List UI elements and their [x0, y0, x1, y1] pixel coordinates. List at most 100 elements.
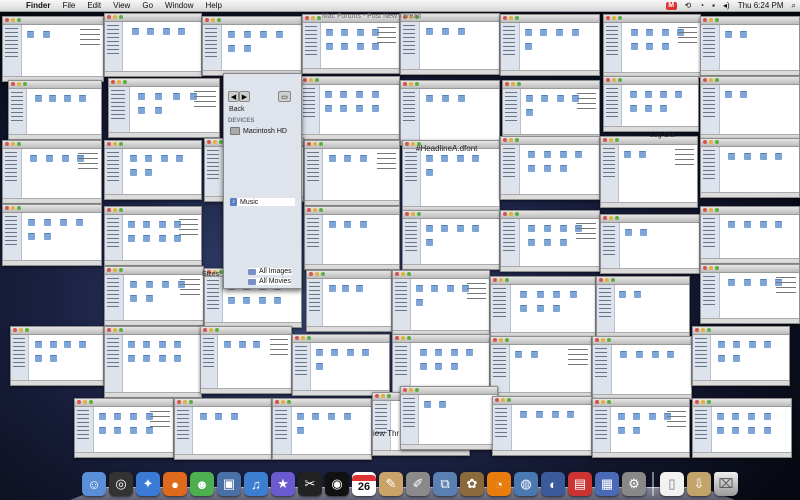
spotlight-icon[interactable]: ⌕	[788, 1, 800, 11]
log-out-label[interactable]: Log Out	[650, 132, 675, 139]
finder-window-thumbnail[interactable]	[592, 398, 690, 458]
menu-window[interactable]: Window	[159, 1, 199, 10]
finder-window-thumbnail[interactable]	[104, 326, 202, 398]
finder-window-thumbnail[interactable]	[700, 16, 800, 76]
iphoto-icon[interactable]: ▣	[217, 472, 241, 496]
gimp-icon[interactable]: ✿	[460, 472, 484, 496]
forward-arrow-icon[interactable]: ▶	[239, 91, 250, 102]
finder-window-thumbnail[interactable]	[500, 210, 600, 272]
finder-window-thumbnail[interactable]	[700, 206, 800, 264]
window-sidebar	[393, 343, 412, 392]
finder-sidebar-window[interactable]: ◀ ▶ ▭ Back DEVICES Macintosh HD ♪ Music …	[223, 73, 302, 289]
ical-icon[interactable]: 26	[352, 472, 376, 496]
finder-window-thumbnail[interactable]	[306, 270, 392, 332]
finder-window-thumbnail[interactable]	[692, 398, 792, 458]
menu-help[interactable]: Help	[199, 1, 227, 10]
finder-window-thumbnail[interactable]	[592, 336, 692, 400]
finder-window-thumbnail[interactable]	[603, 14, 701, 78]
system-preferences-icon[interactable]: ⚙	[622, 472, 646, 496]
finder-window-thumbnail[interactable]	[400, 13, 500, 75]
downloads-icon[interactable]: ⇩	[687, 472, 711, 496]
back-arrow-icon[interactable]: ◀	[228, 91, 239, 102]
photo-booth-icon[interactable]: ▤	[568, 472, 592, 496]
dashboard-icon[interactable]: ◎	[109, 472, 133, 496]
clock[interactable]: Thu 6:24 PM	[734, 1, 788, 10]
text-lines	[78, 153, 98, 154]
preview-icon[interactable]: ⧉	[433, 472, 457, 496]
finder-window-thumbnail[interactable]	[500, 136, 600, 200]
finder-icon[interactable]: ☺	[82, 472, 106, 496]
dvd-player-icon[interactable]: ◉	[325, 472, 349, 496]
finder-window-thumbnail[interactable]	[200, 326, 292, 394]
finder-window-thumbnail[interactable]	[492, 396, 592, 456]
window-statusbar	[701, 318, 799, 323]
wifi-icon[interactable]: ◔	[695, 1, 708, 10]
window-statusbar	[105, 392, 201, 397]
finder-window-thumbnail[interactable]	[392, 270, 490, 336]
flag-icon[interactable]: ▪	[708, 1, 719, 10]
finder-window-thumbnail[interactable]	[104, 140, 202, 200]
document-icon[interactable]: ▯	[660, 472, 684, 496]
script-editor-icon[interactable]: ✐	[406, 472, 430, 496]
finder-window-thumbnail[interactable]	[490, 276, 596, 338]
finder-window-thumbnail[interactable]	[10, 326, 104, 386]
finder-window-thumbnail[interactable]	[292, 334, 390, 396]
finder-window-thumbnail[interactable]	[174, 398, 272, 460]
finder-window-thumbnail[interactable]	[692, 326, 790, 386]
finder-window-thumbnail[interactable]	[402, 210, 500, 270]
ichat-icon[interactable]: ☻	[190, 472, 214, 496]
finder-window-thumbnail[interactable]	[302, 14, 400, 74]
menu-go[interactable]: Go	[136, 1, 159, 10]
finder-window-thumbnail[interactable]	[2, 204, 102, 266]
sidebar-item-music[interactable]: ♪ Music	[230, 198, 295, 206]
finder-window-thumbnail[interactable]	[700, 138, 800, 198]
finder-window-thumbnail[interactable]	[272, 398, 372, 460]
blender-icon[interactable]: ◔	[487, 472, 511, 496]
finder-window-thumbnail[interactable]	[8, 80, 102, 140]
finder-window-thumbnail[interactable]	[104, 266, 204, 326]
finder-window-thumbnail[interactable]	[74, 398, 174, 458]
finder-window-thumbnail[interactable]	[700, 76, 800, 140]
finder-window-thumbnail[interactable]	[202, 16, 302, 76]
finder-window-thumbnail[interactable]	[104, 206, 202, 266]
finder-window-thumbnail[interactable]	[304, 140, 400, 206]
finder-window-thumbnail[interactable]	[304, 206, 400, 270]
coda-icon[interactable]: ◐	[541, 472, 565, 496]
finder-window-thumbnail[interactable]	[600, 214, 700, 274]
menu-view[interactable]: View	[107, 1, 136, 10]
finder-window-thumbnail[interactable]	[600, 136, 698, 208]
menu-file[interactable]: File	[56, 1, 81, 10]
finder-window-thumbnail[interactable]	[400, 386, 498, 450]
finder-window-thumbnail[interactable]	[2, 16, 104, 82]
text-edit-icon[interactable]: ✎	[379, 472, 403, 496]
finder-window-thumbnail[interactable]	[400, 80, 500, 146]
mail-icon[interactable]: M	[662, 1, 681, 10]
sidebar-item-all-movies[interactable]: All Movies	[248, 278, 291, 285]
finder-window-thumbnail[interactable]	[502, 80, 600, 140]
itunes-icon[interactable]: ♫	[244, 472, 268, 496]
finder-window-thumbnail[interactable]	[490, 336, 592, 398]
finder-window-thumbnail[interactable]	[603, 76, 699, 132]
finder-window-thumbnail[interactable]	[300, 76, 400, 140]
menu-finder[interactable]: Finder	[20, 1, 56, 10]
sidebar-item-macintosh-hd[interactable]: Macintosh HD	[230, 127, 287, 135]
firefox-icon[interactable]: ●	[163, 472, 187, 496]
finder-window-thumbnail[interactable]	[500, 14, 600, 76]
folder-icon	[661, 43, 669, 50]
finder-window-thumbnail[interactable]	[700, 264, 800, 324]
google-earth-icon[interactable]: ◍	[514, 472, 538, 496]
safari-icon[interactable]: ✦	[136, 472, 160, 496]
finder-window-thumbnail[interactable]	[2, 140, 102, 204]
final-cut-icon[interactable]: ✂	[298, 472, 322, 496]
keynote-icon[interactable]: ▦	[595, 472, 619, 496]
imovie-icon[interactable]: ★	[271, 472, 295, 496]
finder-window-thumbnail[interactable]	[596, 276, 690, 338]
volume-icon[interactable]: ◂)	[719, 1, 734, 10]
finder-window-thumbnail[interactable]	[108, 78, 220, 138]
sidebar-item-all-images[interactable]: All Images	[248, 268, 292, 275]
menu-edit[interactable]: Edit	[81, 1, 107, 10]
time-machine-icon[interactable]: ⟲	[681, 1, 696, 10]
view-toggle-icon[interactable]: ▭	[278, 91, 291, 102]
trash-icon[interactable]: ⌧	[714, 472, 738, 496]
finder-window-thumbnail[interactable]	[104, 13, 202, 77]
